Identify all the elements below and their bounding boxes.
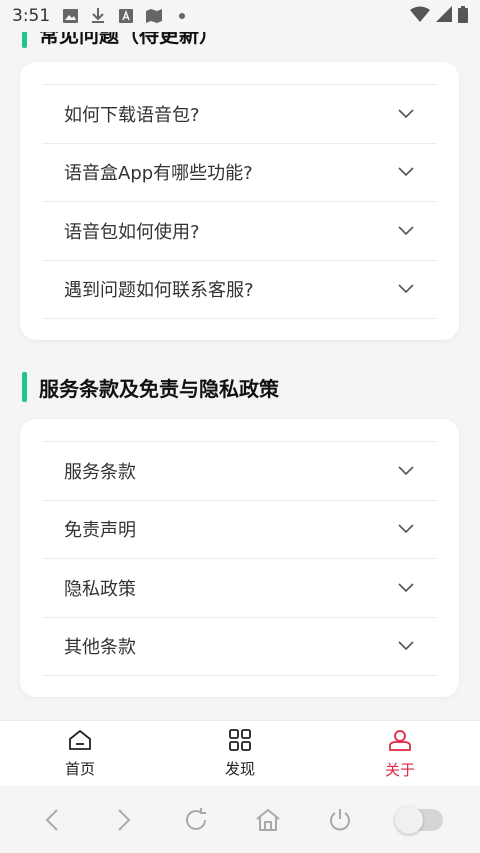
- chevron-down-icon: [397, 222, 415, 240]
- forward-icon[interactable]: [104, 800, 144, 840]
- terms-item-label: 免责声明: [64, 520, 136, 542]
- terms-item[interactable]: 其他条款: [42, 618, 437, 676]
- tab-about[interactable]: 关于: [320, 721, 480, 786]
- dot-icon: [174, 8, 190, 24]
- tab-label: 发现: [224, 759, 255, 778]
- faq-list: 如何下载语音包? 语音盒App有哪些功能? 语音包如何使用? 遇到问题如何联系客…: [42, 84, 437, 319]
- refresh-icon[interactable]: [176, 800, 216, 840]
- section-title-faq: 常见问题（待更新）: [22, 32, 219, 48]
- status-time: 3:51: [12, 6, 51, 26]
- faq-item[interactable]: 语音盒App有哪些功能?: [42, 144, 437, 202]
- chevron-down-icon: [397, 462, 415, 480]
- faq-card: 如何下载语音包? 语音盒App有哪些功能? 语音包如何使用? 遇到问题如何联系客…: [20, 62, 459, 340]
- chevron-down-icon: [397, 163, 415, 181]
- terms-item[interactable]: 隐私政策: [42, 559, 437, 618]
- toggle-knob: [395, 805, 423, 834]
- terms-item-label: 服务条款: [64, 461, 136, 483]
- chevron-down-icon: [397, 105, 415, 123]
- section-title-text: 服务条款及免责与隐私政策: [39, 376, 279, 401]
- terms-item[interactable]: 免责声明: [42, 501, 437, 559]
- terms-card: 服务条款 免责声明 隐私政策 其他条款: [20, 419, 459, 697]
- chevron-down-icon: [397, 579, 415, 597]
- faq-item-label: 语音包如何使用?: [64, 221, 200, 243]
- tab-label: 关于: [384, 760, 415, 779]
- status-bar: 3:51: [0, 0, 480, 32]
- terms-item-label: 其他条款: [64, 637, 136, 659]
- tab-discover[interactable]: 发现: [160, 721, 320, 786]
- font-icon: [118, 8, 134, 24]
- chevron-down-icon: [397, 520, 415, 538]
- faq-item[interactable]: 遇到问题如何联系客服?: [42, 261, 437, 319]
- toggle-track: [395, 805, 443, 834]
- image-icon: [62, 8, 78, 24]
- terms-item[interactable]: 服务条款: [42, 442, 437, 501]
- tab-label: 首页: [64, 759, 95, 778]
- terms-list: 服务条款 免责声明 隐私政策 其他条款: [42, 441, 437, 676]
- signal-icon: [436, 6, 452, 26]
- chevron-down-icon: [397, 280, 415, 298]
- section-accent-bar: [22, 372, 27, 402]
- faq-item[interactable]: 语音包如何使用?: [42, 202, 437, 261]
- bottom-tab-bar: 首页 发现 关于: [0, 720, 480, 786]
- terms-item-label: 隐私政策: [64, 578, 136, 600]
- chevron-down-icon: [397, 637, 415, 655]
- grid-icon: [229, 728, 251, 755]
- battery-icon: [458, 5, 468, 27]
- faq-item-label: 遇到问题如何联系客服?: [64, 280, 254, 302]
- browser-nav-bar: [0, 786, 480, 853]
- faq-item-label: 如何下载语音包?: [64, 104, 200, 126]
- wifi-icon: [410, 6, 430, 26]
- user-icon: [388, 728, 412, 756]
- toggle-switch[interactable]: [392, 800, 448, 840]
- power-icon[interactable]: [320, 800, 360, 840]
- faq-item[interactable]: 如何下载语音包?: [42, 85, 437, 144]
- tab-home[interactable]: 首页: [0, 721, 160, 786]
- system-icons: [410, 5, 468, 27]
- section-title-text: 常见问题（待更新）: [39, 32, 219, 47]
- scroll-content[interactable]: 常见问题（待更新） 如何下载语音包? 语音盒App有哪些功能? 语音包如何使用?…: [0, 32, 480, 720]
- notification-icons: [62, 8, 190, 24]
- home-icon: [68, 729, 92, 755]
- section-title-terms: 服务条款及免责与隐私政策: [22, 372, 279, 402]
- map-icon: [146, 8, 163, 24]
- back-icon[interactable]: [32, 800, 72, 840]
- home-icon[interactable]: [248, 800, 288, 840]
- download-icon: [90, 8, 106, 24]
- section-accent-bar: [22, 32, 27, 48]
- faq-item-label: 语音盒App有哪些功能?: [64, 163, 253, 185]
